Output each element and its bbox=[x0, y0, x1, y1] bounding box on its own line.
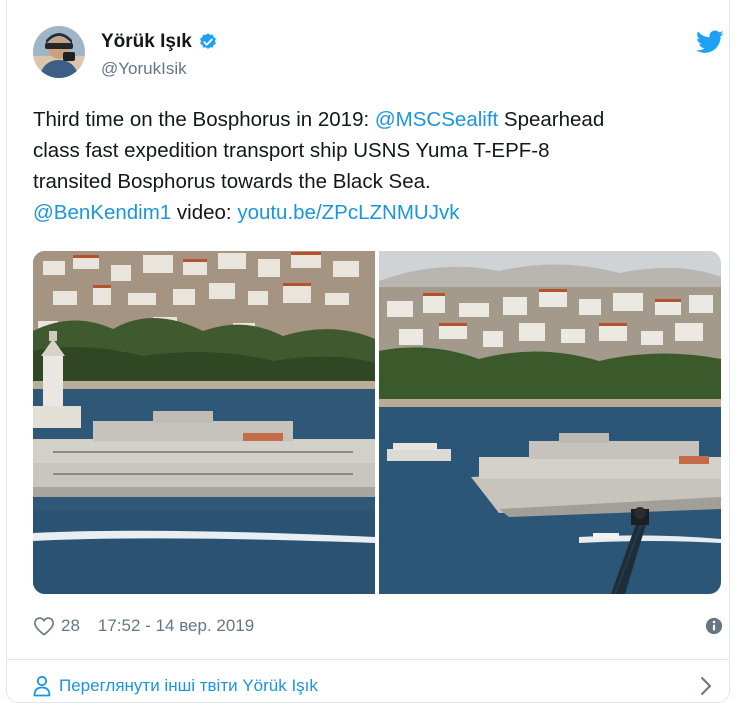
divider bbox=[7, 659, 729, 660]
tweet-card: Yörük Işık @YorukIsik Third time on the … bbox=[6, 0, 730, 703]
tweet-text-segment: class fast expedition transport ship USN… bbox=[33, 139, 550, 162]
tweet-line: class fast expedition transport ship USN… bbox=[33, 135, 723, 166]
avatar[interactable] bbox=[33, 26, 85, 78]
twitter-bird-icon[interactable] bbox=[696, 30, 724, 54]
tweet-header: Yörük Işık @YorukIsik bbox=[33, 26, 724, 82]
tweet-line: @BenKendim1 video: youtu.be/ZPcLZNMUJvk bbox=[33, 197, 723, 228]
verified-badge-icon bbox=[199, 33, 216, 49]
info-icon[interactable] bbox=[705, 617, 723, 635]
tweet-text-segment: Third time on the Bosphorus in 2019: bbox=[33, 108, 375, 131]
tweet-timestamp[interactable]: 17:52 - 14 вер. 2019 bbox=[98, 616, 254, 636]
tweet-text-segment: Spearhead bbox=[498, 108, 605, 131]
more-tweets-label[interactable]: Переглянути інші твіти Yörük Işık bbox=[59, 676, 318, 696]
tweet-meta: 28 17:52 - 14 вер. 2019 bbox=[33, 612, 723, 640]
tweet-text-segment: video: bbox=[171, 201, 238, 224]
mention-benkendim1-link[interactable]: @BenKendim1 bbox=[33, 201, 171, 224]
tweet-text-segment: transited Bosphorus towards the Black Se… bbox=[33, 170, 431, 193]
more-tweets-link[interactable]: Переглянути інші твіти Yörük Işık bbox=[33, 672, 723, 700]
like-count[interactable]: 28 bbox=[61, 616, 80, 636]
author-display-name[interactable]: Yörük Işık bbox=[101, 31, 192, 53]
person-icon bbox=[33, 675, 51, 697]
heart-icon[interactable] bbox=[33, 616, 55, 636]
tweet-text: Third time on the Bosphorus in 2019: @MS… bbox=[33, 104, 723, 228]
tweet-media bbox=[33, 251, 721, 594]
ship-photo-right[interactable] bbox=[379, 251, 721, 594]
ship-photo-left[interactable] bbox=[33, 251, 375, 594]
youtube-link[interactable]: youtu.be/ZPcLZNMUJvk bbox=[237, 201, 459, 224]
tweet-line: Third time on the Bosphorus in 2019: @MS… bbox=[33, 104, 723, 135]
tweet-line: transited Bosphorus towards the Black Se… bbox=[33, 166, 723, 197]
author-name-row[interactable]: Yörük Işık bbox=[101, 31, 218, 53]
mention-mscsealift-link[interactable]: @MSCSealift bbox=[375, 108, 498, 131]
author-handle[interactable]: @YorukIsik bbox=[101, 59, 187, 79]
chevron-right-icon[interactable] bbox=[699, 676, 713, 696]
